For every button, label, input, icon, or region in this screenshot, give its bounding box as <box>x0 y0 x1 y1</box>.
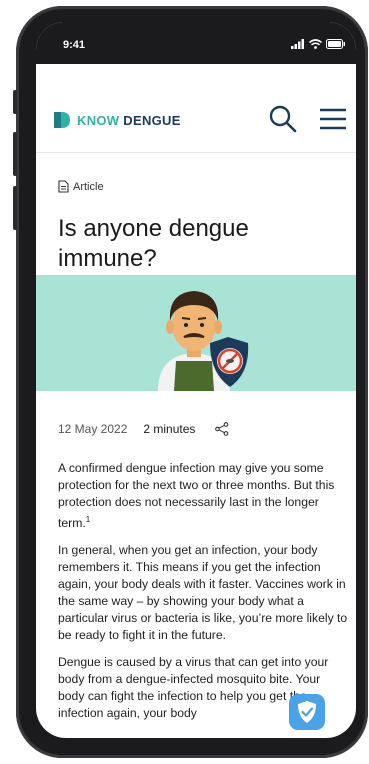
top-nav: KNOW DENGUE <box>36 64 356 153</box>
phone-volume-down-button <box>13 186 17 230</box>
shield-check-icon <box>298 701 316 723</box>
search-icon[interactable] <box>268 104 298 134</box>
article-body: A confirmed dengue infection may give yo… <box>58 460 348 732</box>
footnote-marker[interactable]: 1 <box>86 515 90 524</box>
app-screen: 9:41 KNOW DENGUE Article Is anyone dengu… <box>36 22 356 738</box>
document-icon <box>58 180 69 193</box>
read-time: 2 minutes <box>143 422 196 436</box>
article-paragraph: A confirmed dengue infection may give yo… <box>58 461 335 531</box>
wifi-icon <box>309 39 322 49</box>
article-paragraph: In general, when you get an infection, y… <box>58 543 348 643</box>
article-meta: 12 May 2022 2 minutes <box>58 422 229 436</box>
battery-icon <box>326 39 345 49</box>
article-tag-label: Article <box>73 180 104 193</box>
logo-dengue-text: DENGUE <box>123 112 181 128</box>
signal-icon <box>291 39 304 49</box>
status-bar: 9:41 <box>36 22 356 64</box>
hero-illustration <box>36 275 356 391</box>
share-icon[interactable] <box>215 422 229 436</box>
status-time: 9:41 <box>63 39 86 51</box>
know-dengue-logo[interactable]: KNOW DENGUE <box>52 110 181 130</box>
phone-volume-up-button <box>13 132 17 176</box>
privacy-shield-button[interactable] <box>289 694 325 730</box>
article-date: 12 May 2022 <box>58 422 128 436</box>
phone-side-button <box>13 90 17 114</box>
status-icons <box>291 39 346 49</box>
person-with-shield-illustration <box>158 291 249 391</box>
hamburger-menu-icon[interactable] <box>317 104 349 134</box>
logo-mark-icon <box>54 112 70 128</box>
logo-know-text: KNOW <box>77 112 120 128</box>
article-title: Is anyone dengue immune? <box>58 215 249 272</box>
article-tag: Article <box>58 180 104 193</box>
